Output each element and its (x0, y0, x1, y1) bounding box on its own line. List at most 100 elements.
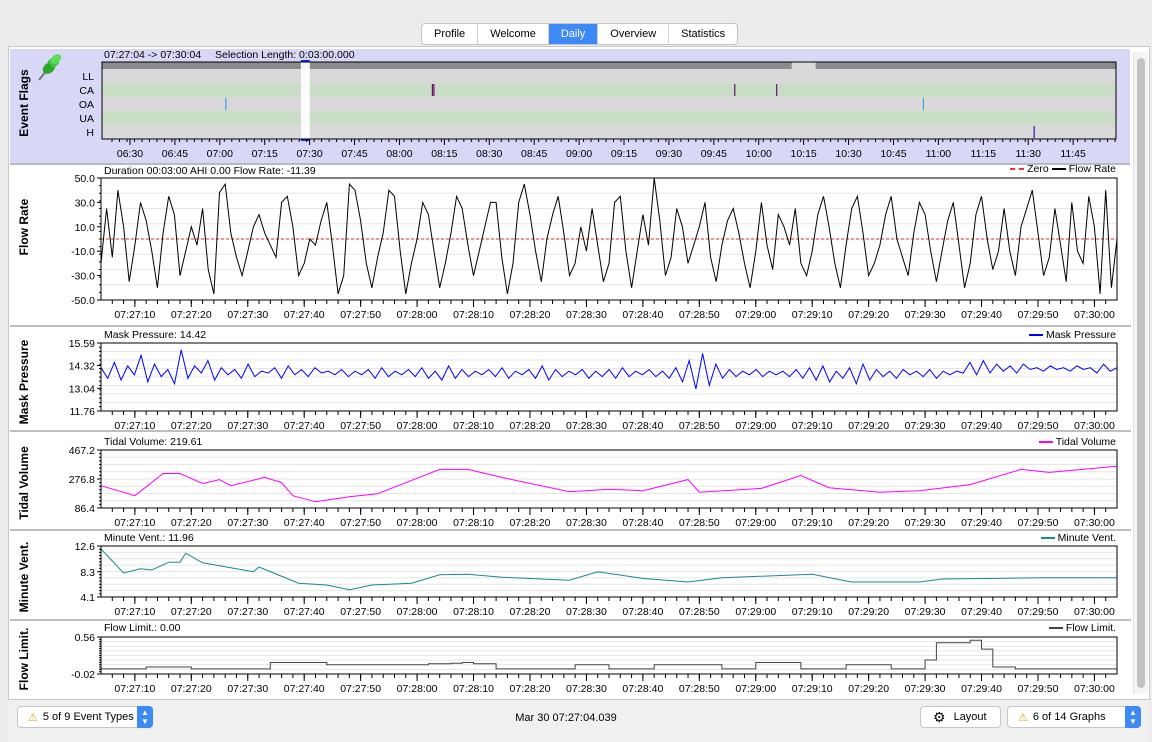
x-tick-label: 07:28:10 (453, 309, 494, 321)
x-tick-label: 07:28:40 (622, 517, 663, 529)
x-tick-label: 07:28:10 (453, 683, 494, 695)
x-tick-label: 07:28:20 (510, 606, 551, 618)
x-tick-label: 07:28:00 (397, 606, 438, 618)
x-tick-label: 07:29:40 (961, 420, 1002, 432)
warning-icon: ⚠ (1018, 711, 1028, 724)
x-tick-label: 07:29:50 (1018, 309, 1059, 321)
x-tick-label: 07:29:20 (848, 517, 889, 529)
x-tick-label: 07:28:50 (679, 683, 720, 695)
x-tick-label: 07:30:00 (1074, 309, 1115, 321)
x-tick-label: 07:29:40 (961, 309, 1002, 321)
series-line-1 (100, 349, 1118, 390)
data-coverage-bar (102, 62, 1116, 69)
x-tick-label: 07:27:20 (171, 420, 212, 432)
y-tick-label: 15.59 (69, 338, 95, 350)
x-tick-label: 07:29:20 (848, 420, 889, 432)
layout-button[interactable]: ⚙ Layout (920, 706, 1001, 728)
x-tick-label: 07:28:40 (622, 420, 663, 432)
y-tick-label: -0.02 (71, 669, 95, 681)
x-tick-label: 07:28:50 (679, 606, 720, 618)
graphs-canvas[interactable]: LL CA OA UA H 06:30 06:45 07:00 07:15 07:30 07:45 0… (0, 0, 1152, 742)
x-tick-label: 07:29:10 (792, 517, 833, 529)
x-tick-label: 07:28:40 (622, 683, 663, 695)
y-tick-label: 13.04 (69, 383, 95, 395)
graph-4 (97, 636, 1118, 681)
x-tick-label: 07:28:00 (397, 309, 438, 321)
event-flags-time-label: 08:45 (521, 148, 547, 160)
event-flags-time-label: 09:15 (611, 148, 637, 160)
x-tick-label: 07:29:00 (735, 420, 776, 432)
x-tick-label: 07:27:40 (284, 517, 325, 529)
event-flags-time-label: 09:45 (701, 148, 727, 160)
x-tick-label: 07:28:10 (453, 517, 494, 529)
x-tick-label: 07:28:40 (622, 606, 663, 618)
event-row-label: UA (79, 113, 94, 125)
x-tick-label: 07:30:00 (1074, 683, 1115, 695)
event-row-ll (102, 69, 1116, 83)
graph-0 (97, 177, 1118, 307)
x-tick-label: 07:27:20 (171, 309, 212, 321)
x-tick-label: 07:28:50 (679, 420, 720, 432)
x-tick-label: 07:30:00 (1074, 517, 1115, 529)
x-tick-label: 07:29:00 (735, 683, 776, 695)
scrollbar-thumb[interactable] (1137, 58, 1145, 688)
layout-label: Layout (953, 711, 987, 723)
x-tick-label: 07:27:50 (340, 683, 381, 695)
x-tick-label: 07:27:20 (171, 517, 212, 529)
series-line-3 (100, 548, 1117, 591)
event-flags-time-label: 07:00 (207, 148, 233, 160)
event-flags-time-label: 09:30 (656, 148, 682, 160)
x-tick-label: 07:27:30 (227, 420, 268, 432)
x-tick-label: 07:29:10 (792, 606, 833, 618)
bottom-bar: ⚠ 5 of 9 Event Types ▲ ▼ Mar 30 07:27:04.… (8, 699, 1148, 742)
x-tick-label: 07:27:40 (284, 683, 325, 695)
event-flags-time-label: 06:30 (117, 148, 143, 160)
event-flags-time-label: 08:15 (431, 148, 457, 160)
x-tick-label: 07:29:30 (905, 420, 946, 432)
x-tick-label: 07:28:50 (679, 309, 720, 321)
x-tick-label: 07:27:10 (114, 606, 155, 618)
graphs-select[interactable]: ⚠ 6 of 14 Graphs ▲ ▼ (1007, 706, 1141, 728)
y-tick-label: -50.0 (71, 295, 95, 307)
event-flags-time-label: 11:30 (1015, 148, 1041, 160)
y-tick-label: -10.0 (71, 246, 95, 258)
x-tick-label: 07:28:50 (679, 517, 720, 529)
event-row-label: CA (79, 85, 94, 97)
x-tick-label: 07:27:40 (284, 606, 325, 618)
event-flags-time-label: 07:15 (252, 148, 278, 160)
y-tick-label: 50.0 (75, 173, 96, 185)
x-tick-label: 07:29:50 (1018, 606, 1059, 618)
x-tick-label: 07:28:20 (510, 517, 551, 529)
event-row-ua (102, 111, 1116, 125)
x-tick-label: 07:27:30 (227, 309, 268, 321)
x-tick-label: 07:28:40 (622, 309, 663, 321)
x-tick-label: 07:27:30 (227, 606, 268, 618)
selection-highlight (300, 62, 310, 139)
vertical-scrollbar[interactable] (1133, 52, 1148, 694)
x-tick-label: 07:28:10 (453, 606, 494, 618)
x-tick-label: 07:30:00 (1074, 420, 1115, 432)
x-tick-label: 07:29:20 (848, 309, 889, 321)
x-tick-label: 07:29:10 (792, 420, 833, 432)
event-flags-time-label: 11:15 (971, 148, 997, 160)
y-tick-label: 30.0 (75, 197, 96, 209)
x-tick-label: 07:29:30 (905, 309, 946, 321)
x-tick-label: 07:27:40 (284, 309, 325, 321)
y-tick-label: 467.2 (69, 445, 95, 457)
x-tick-label: 07:27:10 (114, 683, 155, 695)
x-tick-label: 07:28:30 (566, 683, 607, 695)
y-tick-label: -30.0 (71, 271, 95, 283)
x-tick-label: 07:29:40 (961, 517, 1002, 529)
x-tick-label: 07:28:20 (510, 683, 551, 695)
x-tick-label: 07:30:00 (1074, 606, 1115, 618)
x-tick-label: 07:29:50 (1018, 420, 1059, 432)
graphs-stepper-icon[interactable]: ▲ ▼ (1125, 706, 1141, 728)
graph-2 (97, 449, 1118, 515)
data-gap (791, 62, 816, 69)
event-flags-time-label: 07:30 (296, 148, 322, 160)
event-flags-time-label: 08:00 (386, 148, 412, 160)
x-tick-label: 07:28:20 (510, 420, 551, 432)
event-flags-time-label: 11:45 (1060, 148, 1086, 160)
x-tick-label: 07:29:40 (961, 606, 1002, 618)
x-tick-label: 07:29:50 (1018, 517, 1059, 529)
